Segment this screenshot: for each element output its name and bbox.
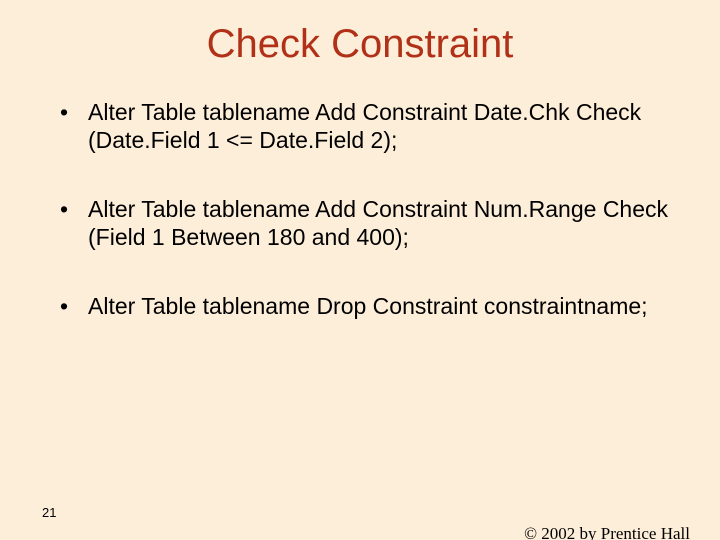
slide-content: Alter Table tablename Add Constraint Dat… <box>60 99 690 321</box>
slide-title: Check Constraint <box>0 22 720 67</box>
page-number: 21 <box>42 505 56 520</box>
bullet-item: Alter Table tablename Add Constraint Dat… <box>60 99 690 154</box>
footer-copyright: © 2002 by Prentice Hall <box>524 524 690 540</box>
bullet-item: Alter Table tablename Drop Constraint co… <box>60 293 690 321</box>
bullet-item: Alter Table tablename Add Constraint Num… <box>60 196 690 251</box>
